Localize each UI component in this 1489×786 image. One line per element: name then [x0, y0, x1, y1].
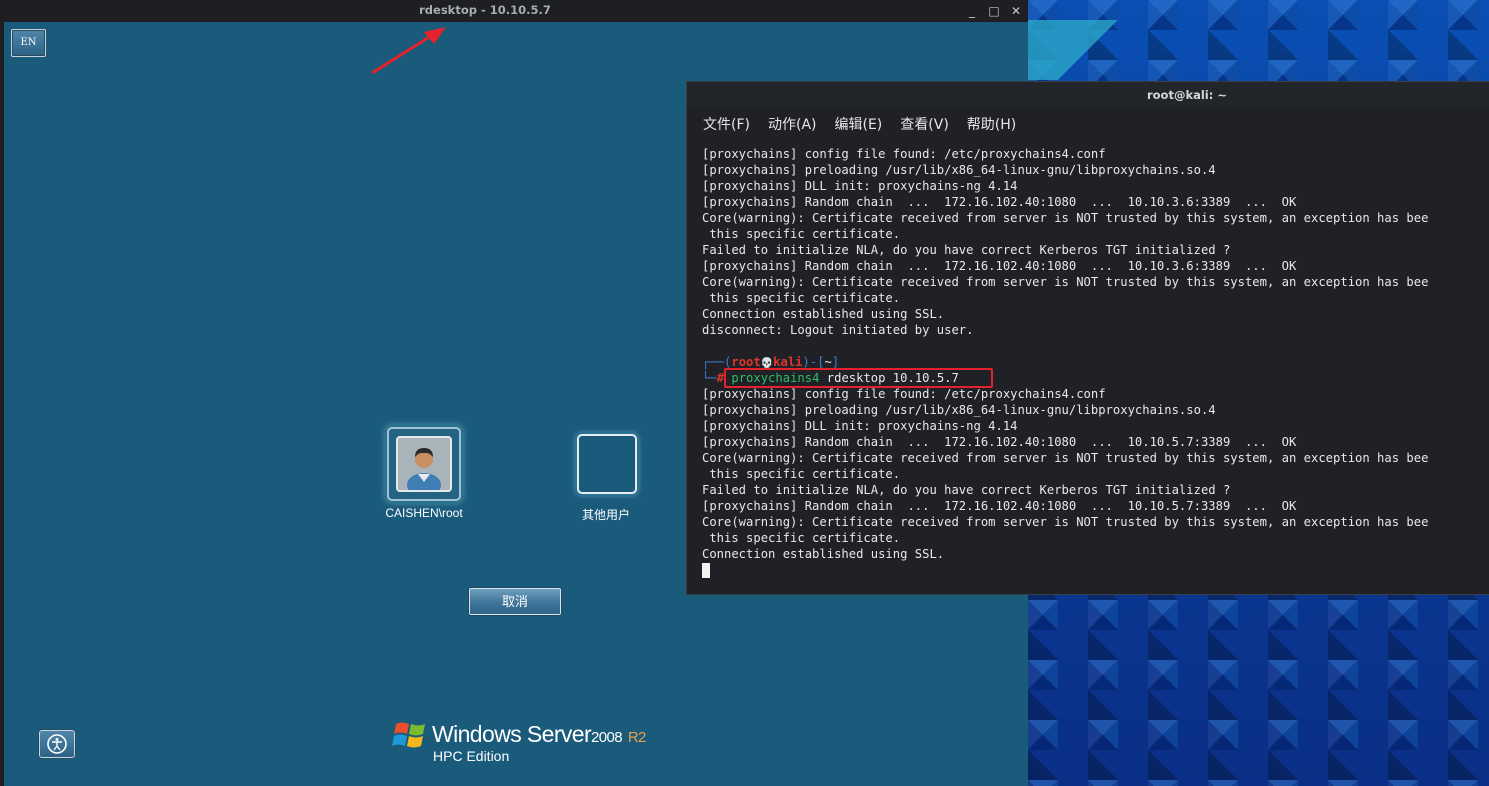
terminal-line: Core(warning): Certificate received from… [702, 275, 1429, 289]
terminal-line: [proxychains] DLL init: proxychains-ng 4… [702, 179, 1018, 193]
terminal-title: root@kali: ~ [1146, 88, 1227, 102]
menu-edit[interactable]: 编辑(E) [835, 114, 883, 134]
ease-of-access-icon [47, 734, 67, 754]
terminal-line: Connection established using SSL. [702, 547, 945, 561]
terminal-line: Connection established using SSL. [702, 307, 945, 321]
user-tile-root-label: CAISHEN\root [385, 506, 463, 520]
user-tile-other[interactable] [577, 434, 637, 494]
menu-actions[interactable]: 动作(A) [768, 114, 817, 134]
branding-product-name: Windows Server2008 R2 [432, 721, 646, 747]
user-avatar [396, 436, 452, 492]
terminal-cursor [702, 563, 710, 578]
terminal-cursor-line [702, 562, 1489, 578]
terminal-line: this specific certificate. [702, 227, 901, 241]
user-tile-root[interactable] [387, 427, 461, 501]
terminal-line: Core(warning): Certificate received from… [702, 451, 1429, 465]
wallpaper-accent [1028, 20, 1148, 80]
close-button[interactable]: ✕ [1007, 2, 1025, 20]
windows-logo-icon [392, 722, 425, 748]
branding-edition: HPC Edition [433, 748, 510, 764]
terminal-line: [proxychains] Random chain ... 172.16.10… [702, 499, 1297, 513]
terminal-output[interactable]: [proxychains] config file found: /etc/pr… [702, 146, 1489, 578]
terminal-line: Failed to initialize NLA, do you have co… [702, 243, 1231, 257]
terminal-line: this specific certificate. [702, 291, 901, 305]
terminal-line: [proxychains] config file found: /etc/pr… [702, 147, 1106, 161]
terminal-line: this specific certificate. [702, 467, 901, 481]
language-bar-button[interactable]: EN [11, 29, 46, 57]
menu-view[interactable]: 查看(V) [900, 114, 949, 134]
terminal-line: disconnect: Logout initiated by user. [702, 323, 974, 337]
terminal-line: Core(warning): Certificate received from… [702, 211, 1429, 225]
terminal-line: [proxychains] config file found: /etc/pr… [702, 387, 1106, 401]
annotation-arrow-icon [371, 27, 446, 75]
menu-help[interactable]: 帮助(H) [967, 114, 1016, 134]
cancel-button[interactable]: 取消 [469, 588, 561, 615]
command-highlight-box [724, 368, 993, 388]
terminal-line: this specific certificate. [702, 531, 901, 545]
minimize-button[interactable]: _ [963, 2, 981, 20]
terminal-menubar: 文件(F) 动作(A) 编辑(E) 查看(V) 帮助(H) [703, 114, 1016, 134]
terminal-titlebar[interactable]: root@kali: ~ [687, 82, 1489, 108]
rdesktop-titlebar[interactable]: rdesktop - 10.10.5.7 _ □ ✕ [0, 0, 1028, 22]
terminal-line: [proxychains] preloading /usr/lib/x86_64… [702, 163, 1216, 177]
terminal-line: [proxychains] Random chain ... 172.16.10… [702, 435, 1297, 449]
terminal-line: [proxychains] Random chain ... 172.16.10… [702, 195, 1297, 209]
menu-file[interactable]: 文件(F) [703, 114, 750, 134]
user-tile-other-label: 其他用户 [581, 508, 630, 522]
maximize-button[interactable]: □ [985, 2, 1003, 20]
user-avatar-icon [398, 438, 450, 490]
terminal-line: [proxychains] preloading /usr/lib/x86_64… [702, 403, 1216, 417]
terminal-line: Failed to initialize NLA, do you have co… [702, 483, 1231, 497]
terminal-line: [proxychains] DLL init: proxychains-ng 4… [702, 419, 1018, 433]
terminal-line: Core(warning): Certificate received from… [702, 515, 1429, 529]
ease-of-access-button[interactable] [39, 730, 75, 758]
terminal-window: root@kali: ~ 文件(F) 动作(A) 编辑(E) 查看(V) 帮助(… [686, 81, 1489, 595]
terminal-line: [proxychains] Random chain ... 172.16.10… [702, 259, 1297, 273]
windows-server-branding: Windows Server2008 R2 HPC Edition [392, 716, 652, 768]
rdesktop-title: rdesktop - 10.10.5.7 [419, 3, 551, 17]
